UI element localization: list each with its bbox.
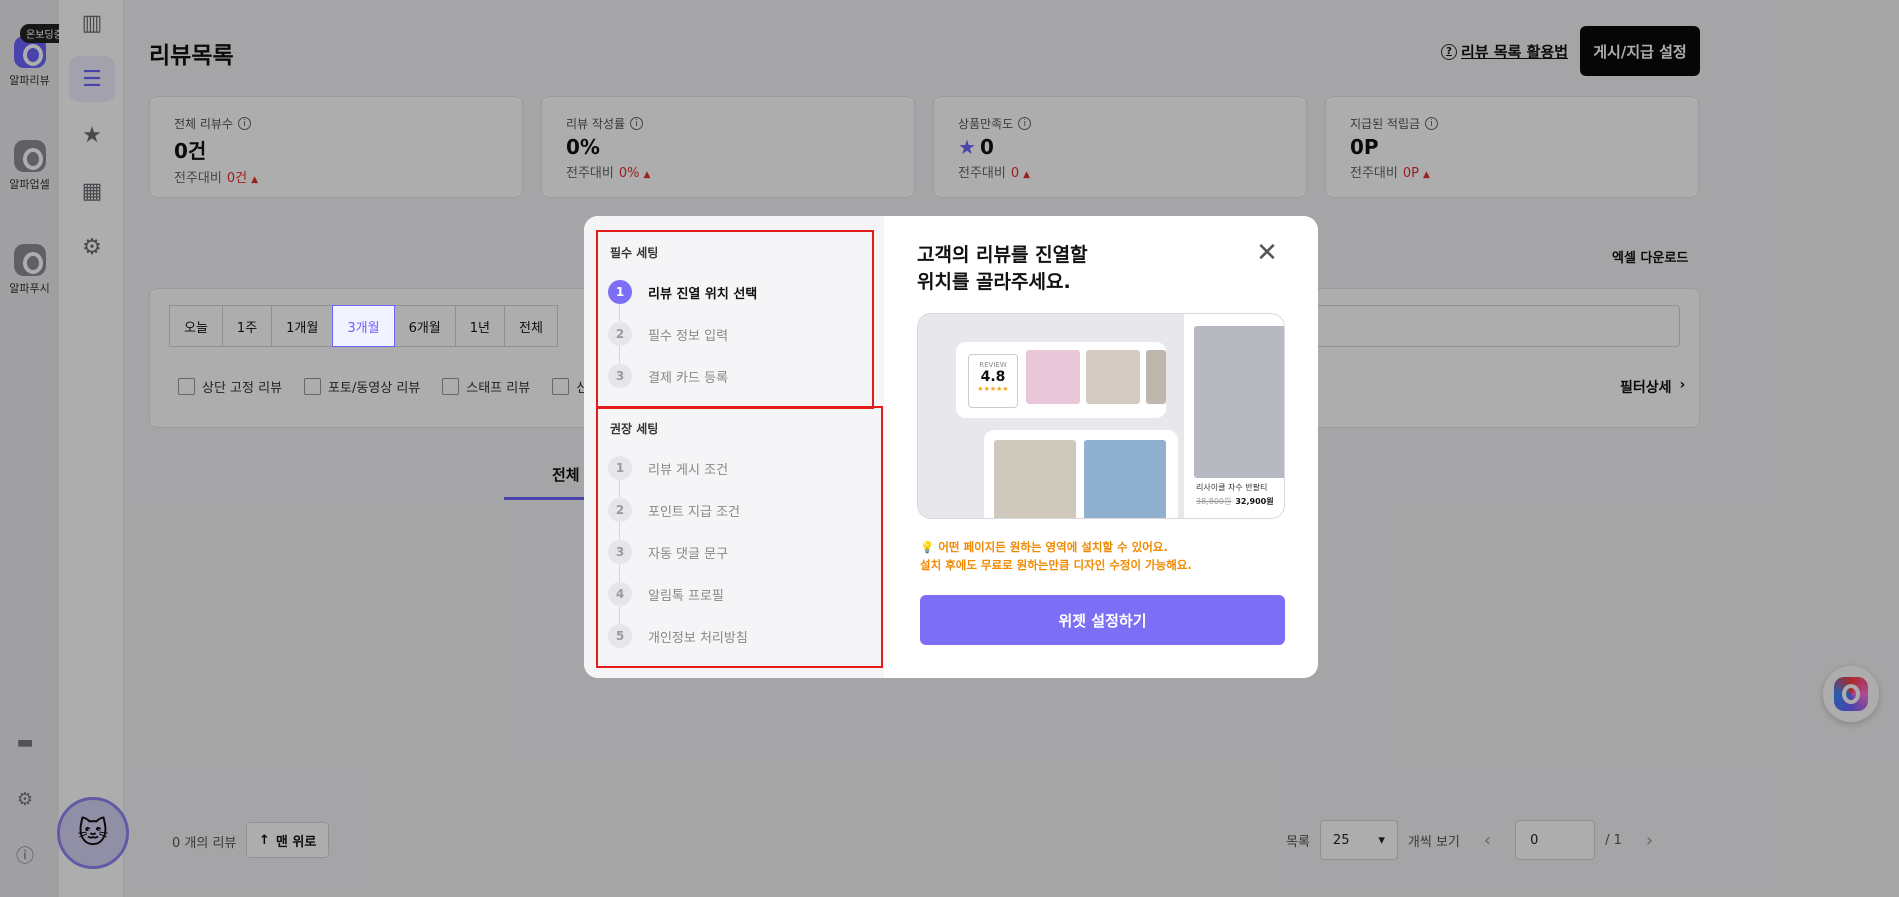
step-label: 리뷰 진열 위치 선택: [648, 286, 758, 302]
preview-photo: [994, 440, 1076, 518]
section-title: 권장 세팅: [610, 422, 659, 436]
preview-score: 4.8: [980, 369, 1006, 385]
preview-product-card: 리사이클 자수 반팔티 38,800원 32,900원: [1184, 314, 1284, 518]
step-number: 5: [608, 624, 632, 648]
widget-preview-image: REVIEW 4.8 ★★★★★ 리사이클 자수 반팔티 38,800원 32,9…: [917, 313, 1285, 519]
preview-score-box: REVIEW 4.8 ★★★★★: [968, 354, 1018, 408]
preview-sale-price: 32,900원: [1235, 497, 1274, 506]
step-point-conditions[interactable]: 2 포인트 지급 조건: [608, 498, 740, 522]
step-number: 1: [608, 456, 632, 480]
modal-heading: 고객의 리뷰를 진열할 위치를 골라주세요.: [917, 244, 1088, 293]
period-3months[interactable]: 3개월: [332, 305, 395, 347]
onboarding-modal: 필수 세팅 1 리뷰 진열 위치 선택 2 필수 정보 입력 3 결제 카드 등록 권…: [584, 216, 1318, 678]
step-label: 개인정보 처리방침: [648, 630, 748, 646]
step-publish-conditions[interactable]: 1 리뷰 게시 조건: [608, 456, 728, 480]
step-number: 3: [608, 364, 632, 388]
preview-photo: [1084, 440, 1166, 518]
step-label: 리뷰 게시 조건: [648, 462, 729, 478]
step-required-info[interactable]: 2 필수 정보 입력: [608, 322, 728, 346]
step-payment-card[interactable]: 3 결제 카드 등록: [608, 364, 728, 388]
preview-product-photo: [1194, 326, 1284, 478]
step-number: 4: [608, 582, 632, 606]
modal-content: 고객의 리뷰를 진열할 위치를 골라주세요. ✕ REVIEW 4.8 ★★★★…: [884, 216, 1318, 678]
preview-photo-card: [984, 430, 1178, 518]
preview-photo: [1086, 350, 1140, 404]
step-number: 3: [608, 540, 632, 564]
step-alimtalk-profile[interactable]: 4 알림톡 프로필: [608, 582, 724, 606]
step-number: 1: [608, 280, 632, 304]
recommended-settings-section: 권장 세팅 1 리뷰 게시 조건 2 포인트 지급 조건 3 자동 댓글 문구 4 알림…: [596, 406, 883, 668]
preview-original-price: 38,800원: [1196, 497, 1232, 506]
preview-photo: [1146, 350, 1166, 404]
preview-photo: [1026, 350, 1080, 404]
tip-text: 💡 어떤 페이지든 원하는 영역에 설치할 수 있어요. 설치 후에도 무료로 …: [920, 538, 1192, 574]
step-label: 알림톡 프로필: [648, 588, 724, 604]
preview-review-label: REVIEW: [979, 361, 1007, 369]
step-label: 자동 댓글 문구: [648, 546, 729, 562]
step-label: 필수 정보 입력: [648, 328, 729, 344]
step-privacy-policy[interactable]: 5 개인정보 처리방침: [608, 624, 748, 648]
section-title: 필수 세팅: [610, 246, 659, 260]
tip-line: 설치 후에도 무료로 원하는만큼 디자인 수정이 가능해요.: [920, 558, 1192, 572]
preview-stars: ★★★★★: [977, 385, 1009, 393]
required-settings-section: 필수 세팅 1 리뷰 진열 위치 선택 2 필수 정보 입력 3 결제 카드 등록: [596, 230, 874, 409]
close-icon[interactable]: ✕: [1254, 240, 1280, 266]
steps-panel: 필수 세팅 1 리뷰 진열 위치 선택 2 필수 정보 입력 3 결제 카드 등록 권…: [584, 216, 884, 678]
preview-product-caption: 리사이클 자수 반팔티: [1196, 483, 1268, 492]
tip-line: 💡 어떤 페이지든 원하는 영역에 설치할 수 있어요.: [920, 540, 1168, 554]
step-label: 포인트 지급 조건: [648, 504, 740, 520]
step-auto-reply[interactable]: 3 자동 댓글 문구: [608, 540, 728, 564]
step-number: 2: [608, 498, 632, 522]
step-label: 결제 카드 등록: [648, 370, 729, 386]
preview-price: 38,800원 32,900원: [1196, 496, 1274, 507]
preview-review-card: REVIEW 4.8 ★★★★★: [956, 342, 1166, 418]
step-number: 2: [608, 322, 632, 346]
widget-setup-button[interactable]: 위젯 설정하기: [920, 595, 1285, 645]
step-display-location[interactable]: 1 리뷰 진열 위치 선택: [608, 280, 757, 304]
